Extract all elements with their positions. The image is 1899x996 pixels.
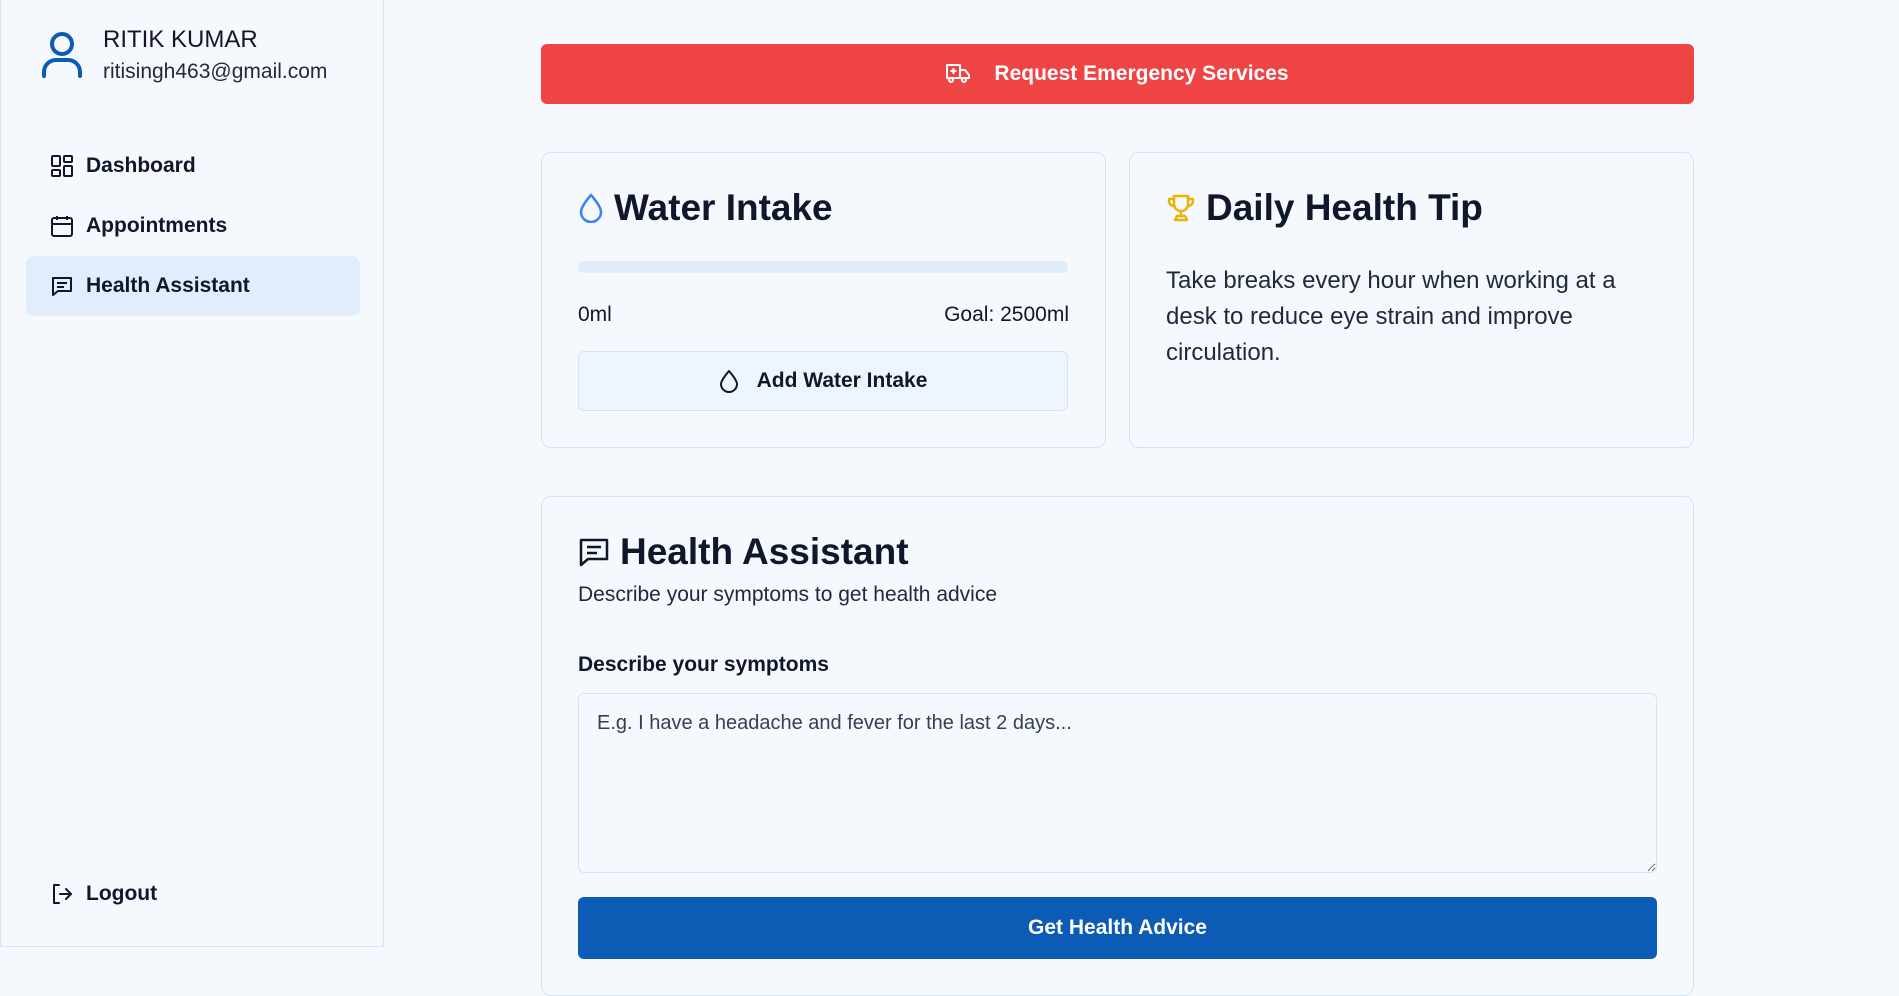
dashboard-icon (50, 154, 74, 178)
sidebar-item-label: Health Assistant (86, 274, 250, 297)
daily-tip-text: Take breaks every hour when working at a… (1166, 267, 1616, 366)
user-icon (42, 32, 82, 78)
sidebar-item-label: Dashboard (86, 154, 196, 177)
water-current: 0ml (578, 303, 612, 326)
health-assistant-card: Health Assistant Describe your symptoms … (541, 496, 1694, 996)
message-icon (50, 274, 74, 298)
get-health-advice-button[interactable]: Get Health Advice (578, 897, 1657, 959)
water-intake-title: Water Intake (578, 187, 833, 229)
health-assistant-subtitle: Describe your symptoms to get health adv… (578, 583, 998, 606)
sidebar-item-dashboard[interactable]: Dashboard (26, 136, 360, 196)
user-email: ritisingh463@gmail.com (103, 60, 328, 83)
daily-tip-title: Daily Health Tip (1166, 187, 1483, 229)
emergency-services-button[interactable]: Request Emergency Services (541, 44, 1694, 104)
ambulance-icon (946, 62, 971, 86)
user-profile: RITIK KUMAR ritisingh463@gmail.com (41, 26, 327, 86)
add-water-label: Add Water Intake (756, 369, 928, 392)
water-goal: Goal: 2500ml (944, 303, 1069, 326)
user-name: RITIK KUMAR (103, 26, 258, 53)
symptoms-label: Describe your symptoms (578, 653, 829, 676)
water-progress-bar (578, 261, 1068, 273)
message-icon (578, 536, 610, 568)
sidebar-item-appointments[interactable]: Appointments (26, 196, 360, 256)
sidebar-item-health-assistant[interactable]: Health Assistant (26, 256, 360, 316)
sidebar-nav: Dashboard Appointments Health Assistant (26, 136, 360, 316)
water-drop-icon (578, 193, 604, 223)
add-water-intake-button[interactable]: Add Water Intake (578, 351, 1068, 411)
sidebar-item-label: Appointments (86, 214, 228, 237)
symptoms-input[interactable] (578, 693, 1657, 873)
emergency-label: Request Emergency Services (994, 62, 1289, 85)
daily-health-tip-card: Daily Health Tip Take breaks every hour … (1129, 152, 1694, 448)
logout-label: Logout (86, 882, 158, 905)
trophy-icon (1166, 193, 1196, 223)
logout-icon (50, 882, 74, 906)
sidebar: RITIK KUMAR ritisingh463@gmail.com Dashb… (0, 0, 384, 947)
water-intake-card: Water Intake 0ml Goal: 2500ml Add Water … (541, 152, 1106, 448)
calendar-icon (50, 214, 74, 238)
water-drop-icon (719, 369, 739, 393)
health-assistant-title: Health Assistant (578, 531, 909, 573)
logout-button[interactable]: Logout (50, 882, 157, 906)
